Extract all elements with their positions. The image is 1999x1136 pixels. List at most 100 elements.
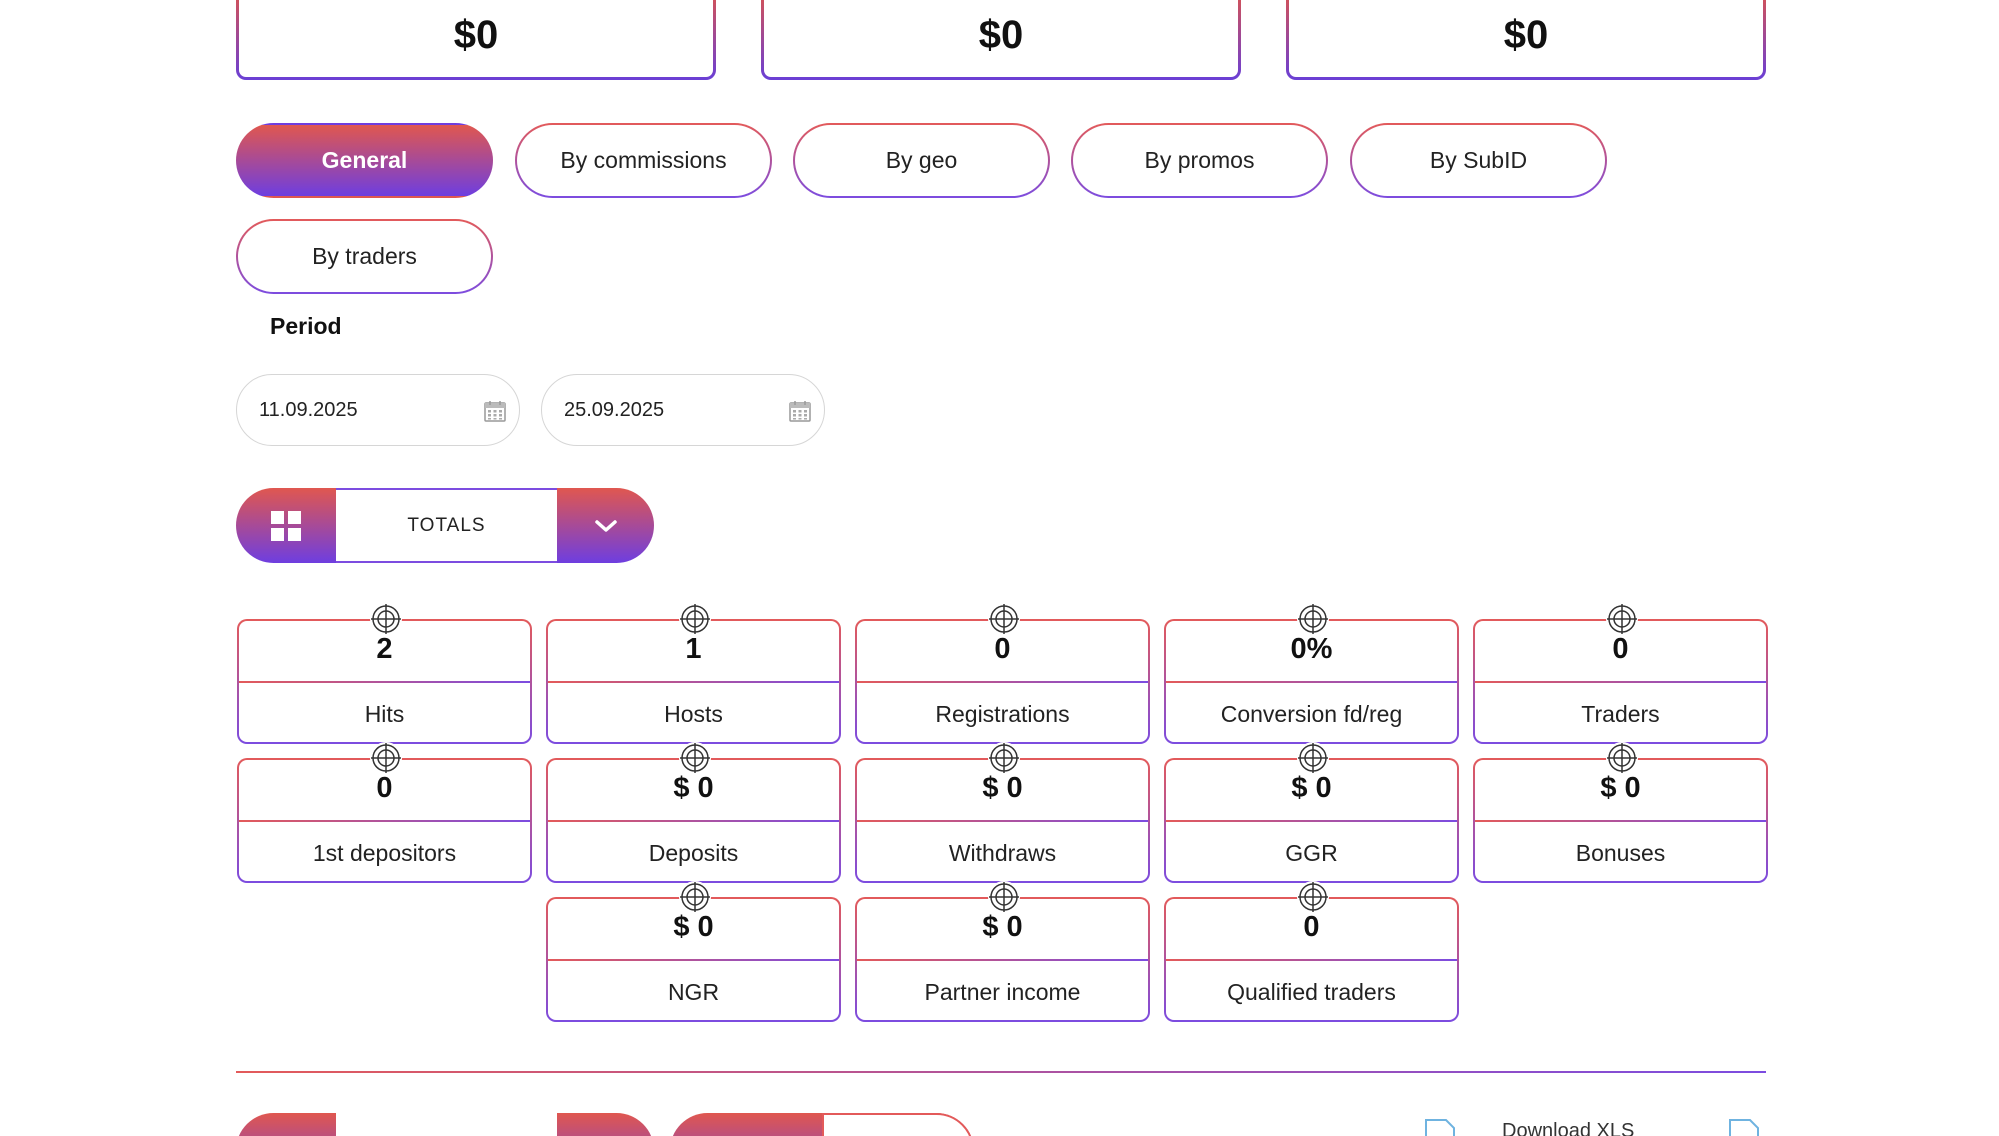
calendar-icon[interactable] bbox=[788, 399, 812, 423]
metric-value: $ 0 bbox=[1291, 772, 1332, 804]
tab-by-geo[interactable]: By geo bbox=[793, 123, 1050, 198]
date-from-field[interactable]: 11.09.2025 bbox=[236, 374, 520, 446]
grid-icon bbox=[271, 510, 301, 541]
metric-label: Bonuses bbox=[1575, 840, 1666, 866]
metric-label: Registrations bbox=[935, 701, 1070, 727]
metric-card-withdraws: $ 0 Withdraws bbox=[855, 742, 1150, 883]
tab-by-traders[interactable]: By traders bbox=[236, 219, 493, 294]
metric-value: $ 0 bbox=[982, 772, 1023, 804]
metric-card-conversion-fd-reg: 0% Conversion fd/reg bbox=[1164, 603, 1459, 744]
target-icon[interactable] bbox=[679, 742, 711, 774]
metric-label: Deposits bbox=[648, 840, 739, 866]
summary-value: $0 bbox=[978, 12, 1024, 57]
bottom-view-selector[interactable] bbox=[236, 1113, 654, 1136]
target-icon[interactable] bbox=[370, 603, 402, 635]
metric-value: 0% bbox=[1290, 633, 1333, 665]
metric-card-bonuses: $ 0 Bonuses bbox=[1473, 742, 1768, 883]
summary-card-2: $0 bbox=[761, 0, 1241, 80]
metric-value: 0 bbox=[376, 772, 393, 804]
metric-card-ngr: $ 0 NGR bbox=[546, 881, 841, 1022]
metric-divider bbox=[548, 959, 839, 961]
summary-card-3: $0 bbox=[1286, 0, 1766, 80]
date-from-value: 11.09.2025 bbox=[259, 398, 358, 421]
view-selector[interactable]: TOTALS bbox=[236, 488, 654, 563]
metric-label: Partner income bbox=[924, 979, 1081, 1005]
metric-value: $ 0 bbox=[1600, 772, 1641, 804]
metric-card-ggr: $ 0 GGR bbox=[1164, 742, 1459, 883]
view-selector-dropdown-button[interactable] bbox=[557, 488, 654, 563]
bottom-view-selector-value[interactable] bbox=[336, 1113, 557, 1136]
file-icon[interactable] bbox=[1724, 1118, 1764, 1136]
tab-label: By SubID bbox=[1429, 147, 1528, 173]
metric-card-qualified-traders: 0 Qualified traders bbox=[1164, 881, 1459, 1022]
metric-value: 1 bbox=[685, 633, 702, 665]
tab-by-subid[interactable]: By SubID bbox=[1350, 123, 1607, 198]
summary-value: $0 bbox=[1503, 12, 1549, 57]
calendar-icon[interactable] bbox=[483, 399, 507, 423]
date-to-field[interactable]: 25.09.2025 bbox=[541, 374, 825, 446]
metric-label: GGR bbox=[1285, 840, 1338, 866]
metric-label: 1st depositors bbox=[312, 840, 457, 866]
metric-label: Conversion fd/reg bbox=[1220, 701, 1403, 727]
target-icon[interactable] bbox=[679, 603, 711, 635]
period-label: Period bbox=[270, 313, 342, 339]
view-selector-value[interactable]: TOTALS bbox=[336, 488, 557, 563]
metric-label: NGR bbox=[667, 979, 720, 1005]
tab-by-commissions[interactable]: By commissions bbox=[515, 123, 772, 198]
metric-divider bbox=[1166, 681, 1457, 683]
metric-value: 0 bbox=[994, 633, 1011, 665]
metric-divider bbox=[1475, 681, 1766, 683]
summary-value: $0 bbox=[453, 12, 499, 57]
bottom-secondary-selector[interactable] bbox=[670, 1113, 974, 1136]
metric-value: 2 bbox=[376, 633, 393, 665]
tab-label: By commissions bbox=[560, 147, 727, 173]
metric-card-hosts: 1 Hosts bbox=[546, 603, 841, 744]
metric-value: 0 bbox=[1303, 911, 1320, 943]
metric-card-registrations: 0 Registrations bbox=[855, 603, 1150, 744]
metric-value: $ 0 bbox=[673, 911, 714, 943]
metric-label: Hits bbox=[364, 701, 405, 727]
target-icon[interactable] bbox=[988, 742, 1020, 774]
bottom-secondary-button[interactable] bbox=[670, 1113, 822, 1136]
metric-divider bbox=[1166, 959, 1457, 961]
metric-divider bbox=[239, 681, 530, 683]
chevron-down-icon bbox=[594, 519, 617, 532]
metric-card-hits: 2 Hits bbox=[237, 603, 532, 744]
date-to-value: 25.09.2025 bbox=[564, 398, 665, 421]
target-icon[interactable] bbox=[988, 881, 1020, 913]
metric-label: Traders bbox=[1581, 701, 1660, 727]
metric-card-traders: 0 Traders bbox=[1473, 603, 1768, 744]
bottom-dropdown-button[interactable] bbox=[557, 1113, 654, 1136]
metric-divider bbox=[239, 820, 530, 822]
grid-view-button[interactable] bbox=[236, 488, 336, 563]
metric-value: $ 0 bbox=[673, 772, 714, 804]
metric-value: $ 0 bbox=[982, 911, 1023, 943]
target-icon[interactable] bbox=[1606, 603, 1638, 635]
target-icon[interactable] bbox=[370, 742, 402, 774]
metric-divider bbox=[1475, 820, 1766, 822]
section-divider bbox=[236, 1071, 1766, 1073]
target-icon[interactable] bbox=[1606, 742, 1638, 774]
target-icon[interactable] bbox=[679, 881, 711, 913]
target-icon[interactable] bbox=[1297, 603, 1329, 635]
metric-divider bbox=[857, 959, 1148, 961]
metric-divider bbox=[1166, 820, 1457, 822]
metric-divider bbox=[548, 820, 839, 822]
metric-card-partner-income: $ 0 Partner income bbox=[855, 881, 1150, 1022]
bottom-secondary-value[interactable] bbox=[822, 1113, 974, 1136]
metric-label: Qualified traders bbox=[1227, 979, 1396, 1005]
target-icon[interactable] bbox=[1297, 742, 1329, 774]
tab-by-promos[interactable]: By promos bbox=[1071, 123, 1328, 198]
metric-card-deposits: $ 0 Deposits bbox=[546, 742, 841, 883]
xls-file-icon[interactable] bbox=[1420, 1118, 1460, 1136]
download-xls-link[interactable]: Download XLS bbox=[1502, 1120, 1634, 1136]
tab-label: By geo bbox=[885, 147, 958, 173]
metric-divider bbox=[857, 820, 1148, 822]
tab-label: General bbox=[321, 147, 408, 173]
grid-view-button[interactable] bbox=[236, 1113, 336, 1136]
target-icon[interactable] bbox=[1297, 881, 1329, 913]
tab-label: By traders bbox=[312, 243, 417, 269]
tab-general[interactable]: General bbox=[236, 123, 493, 198]
target-icon[interactable] bbox=[988, 603, 1020, 635]
metric-label: Hosts bbox=[664, 701, 723, 727]
